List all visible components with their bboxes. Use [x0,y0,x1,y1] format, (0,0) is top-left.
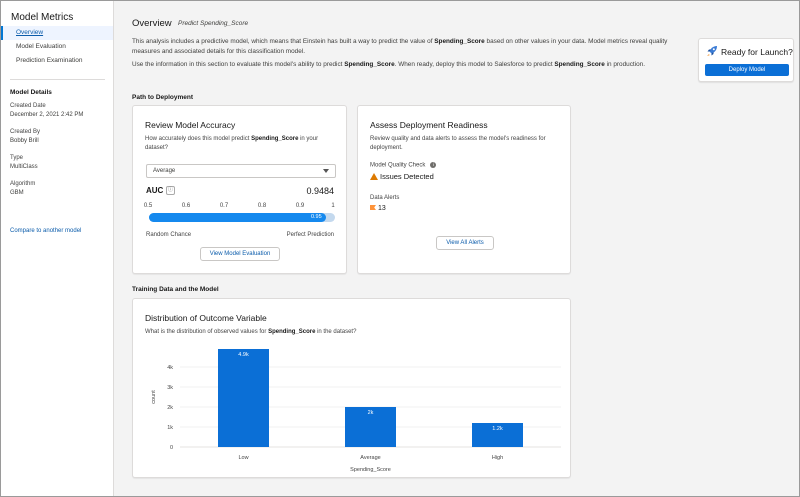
data-alerts-label: Data Alerts [370,195,400,201]
distribution-chart: 0 1k 2k 3k 4k count 4.9k Low 2k Average 1.2k High Sp… [151,349,561,473]
auc-scale: 0.5 0.6 0.7 0.8 0.9 1 [143,203,336,211]
compare-model-link[interactable]: Compare to another model [10,228,81,234]
review-accuracy-title: Review Model Accuracy [145,120,236,130]
page-subtitle: Predict Spending_Score [178,20,249,27]
deployment-readiness-desc: Review quality and data alerts to assess… [370,136,546,151]
class-select[interactable]: Average [146,164,336,178]
scale-tick: 1 [331,203,335,209]
review-accuracy-card: Review Model Accuracy How accurately doe… [132,105,347,274]
created-date-label: Created Date [10,103,46,109]
bar [218,349,269,447]
model-details: Model Details Created Date December 2, 2… [10,89,110,196]
view-model-evaluation-button[interactable]: View Model Evaluation [200,247,280,261]
intro-paragraph-2: Use the information in this section to e… [132,61,645,68]
bar-data-label: 4.9k [238,352,249,358]
type-label: Type [10,155,24,161]
sidebar-nav: Overview Model Evaluation Prediction Exa… [1,26,113,68]
deploy-model-button[interactable]: Deploy Model [705,64,789,76]
auc-label: AUC [146,186,164,195]
chevron-down-icon [323,169,329,173]
review-accuracy-desc: How accurately does this model predict S… [145,136,319,151]
view-all-alerts-button[interactable]: View All Alerts [436,236,494,250]
y-tick-label: 1k [167,425,173,431]
flag-icon [370,205,376,210]
created-date-value: December 2, 2021 2:42 PM [10,112,84,118]
scale-tick: 0.9 [295,203,305,209]
bar-data-label: 1.2k [492,426,503,432]
scale-tick: 0.5 [143,203,153,209]
data-alerts-count: 13 [370,205,386,212]
x-tick-label: High [492,455,503,461]
created-by-value: Bobby Brill [10,138,39,144]
random-chance-label: Random Chance [146,232,192,238]
sidebar-title: Model Metrics [11,12,74,23]
page-title: Overview [132,18,172,29]
model-quality-check-label: Model Quality Check i [370,162,437,169]
auc-progress-label: 0.95 [310,214,322,220]
scale-tick: 0.6 [181,203,191,209]
launch-panel: Ready for Launch? Deploy Model [698,38,794,82]
training-data-heading: Training Data and the Model [132,286,219,293]
y-tick-label: 3k [167,385,173,391]
auc-info-icon[interactable]: ⓘ [166,186,175,195]
sidebar: Model Metrics Overview Model Evaluation … [1,1,114,496]
class-select-value: Average [153,168,176,174]
y-axis-label: count [151,390,157,404]
perfect-prediction-label: Perfect Prediction [286,232,334,238]
auc-value: 0.9484 [306,186,334,196]
deployment-readiness-card: Assess Deployment Readiness Review quali… [357,105,571,274]
rocket-icon [707,46,717,56]
quality-status: Issues Detected [370,172,434,181]
path-to-deployment-heading: Path to Deployment [132,94,194,101]
sidebar-divider [10,79,105,80]
info-icon[interactable]: i [430,162,437,168]
y-tick-label: 0 [170,445,173,451]
distribution-card: Distribution of Outcome Variable What is… [132,298,571,478]
bar-data-label: 2k [368,410,374,416]
app-window: Model Metrics Overview Model Evaluation … [0,0,800,497]
y-tick-label: 2k [167,405,173,411]
model-details-header: Model Details [10,89,52,96]
scale-tick: 0.8 [257,203,267,209]
y-tick-label: 4k [167,365,173,371]
x-axis-label: Spending_Score [350,467,391,473]
deployment-readiness-title: Assess Deployment Readiness [370,120,488,130]
x-tick-label: Average [360,455,380,461]
scale-tick: 0.7 [219,203,229,209]
algorithm-value: GBM [10,190,24,196]
sidebar-item-prediction-examination[interactable]: Prediction Examination [1,54,113,68]
launch-title: Ready for Launch? [721,47,793,57]
warning-icon [370,173,378,180]
auc-progress-track: 0.95 [149,213,335,222]
auc-progress-fill: 0.95 [149,213,326,222]
type-value: MultiClass [10,164,38,170]
intro-paragraph-1: This analysis includes a predictive mode… [132,38,668,55]
sidebar-item-overview[interactable]: Overview [1,26,113,40]
created-by-label: Created By [10,129,41,135]
intro-text: This analysis includes a predictive mode… [132,37,692,70]
x-tick-label: Low [238,455,248,461]
sidebar-item-model-evaluation[interactable]: Model Evaluation [1,40,113,54]
algorithm-label: Algorithm [10,181,36,187]
